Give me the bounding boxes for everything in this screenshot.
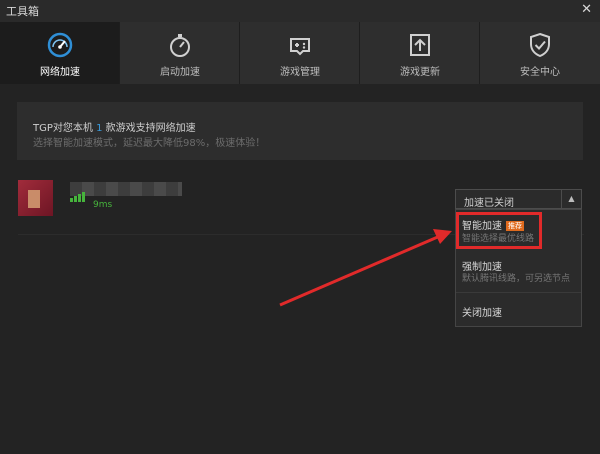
annotation-arrow [279,229,452,307]
